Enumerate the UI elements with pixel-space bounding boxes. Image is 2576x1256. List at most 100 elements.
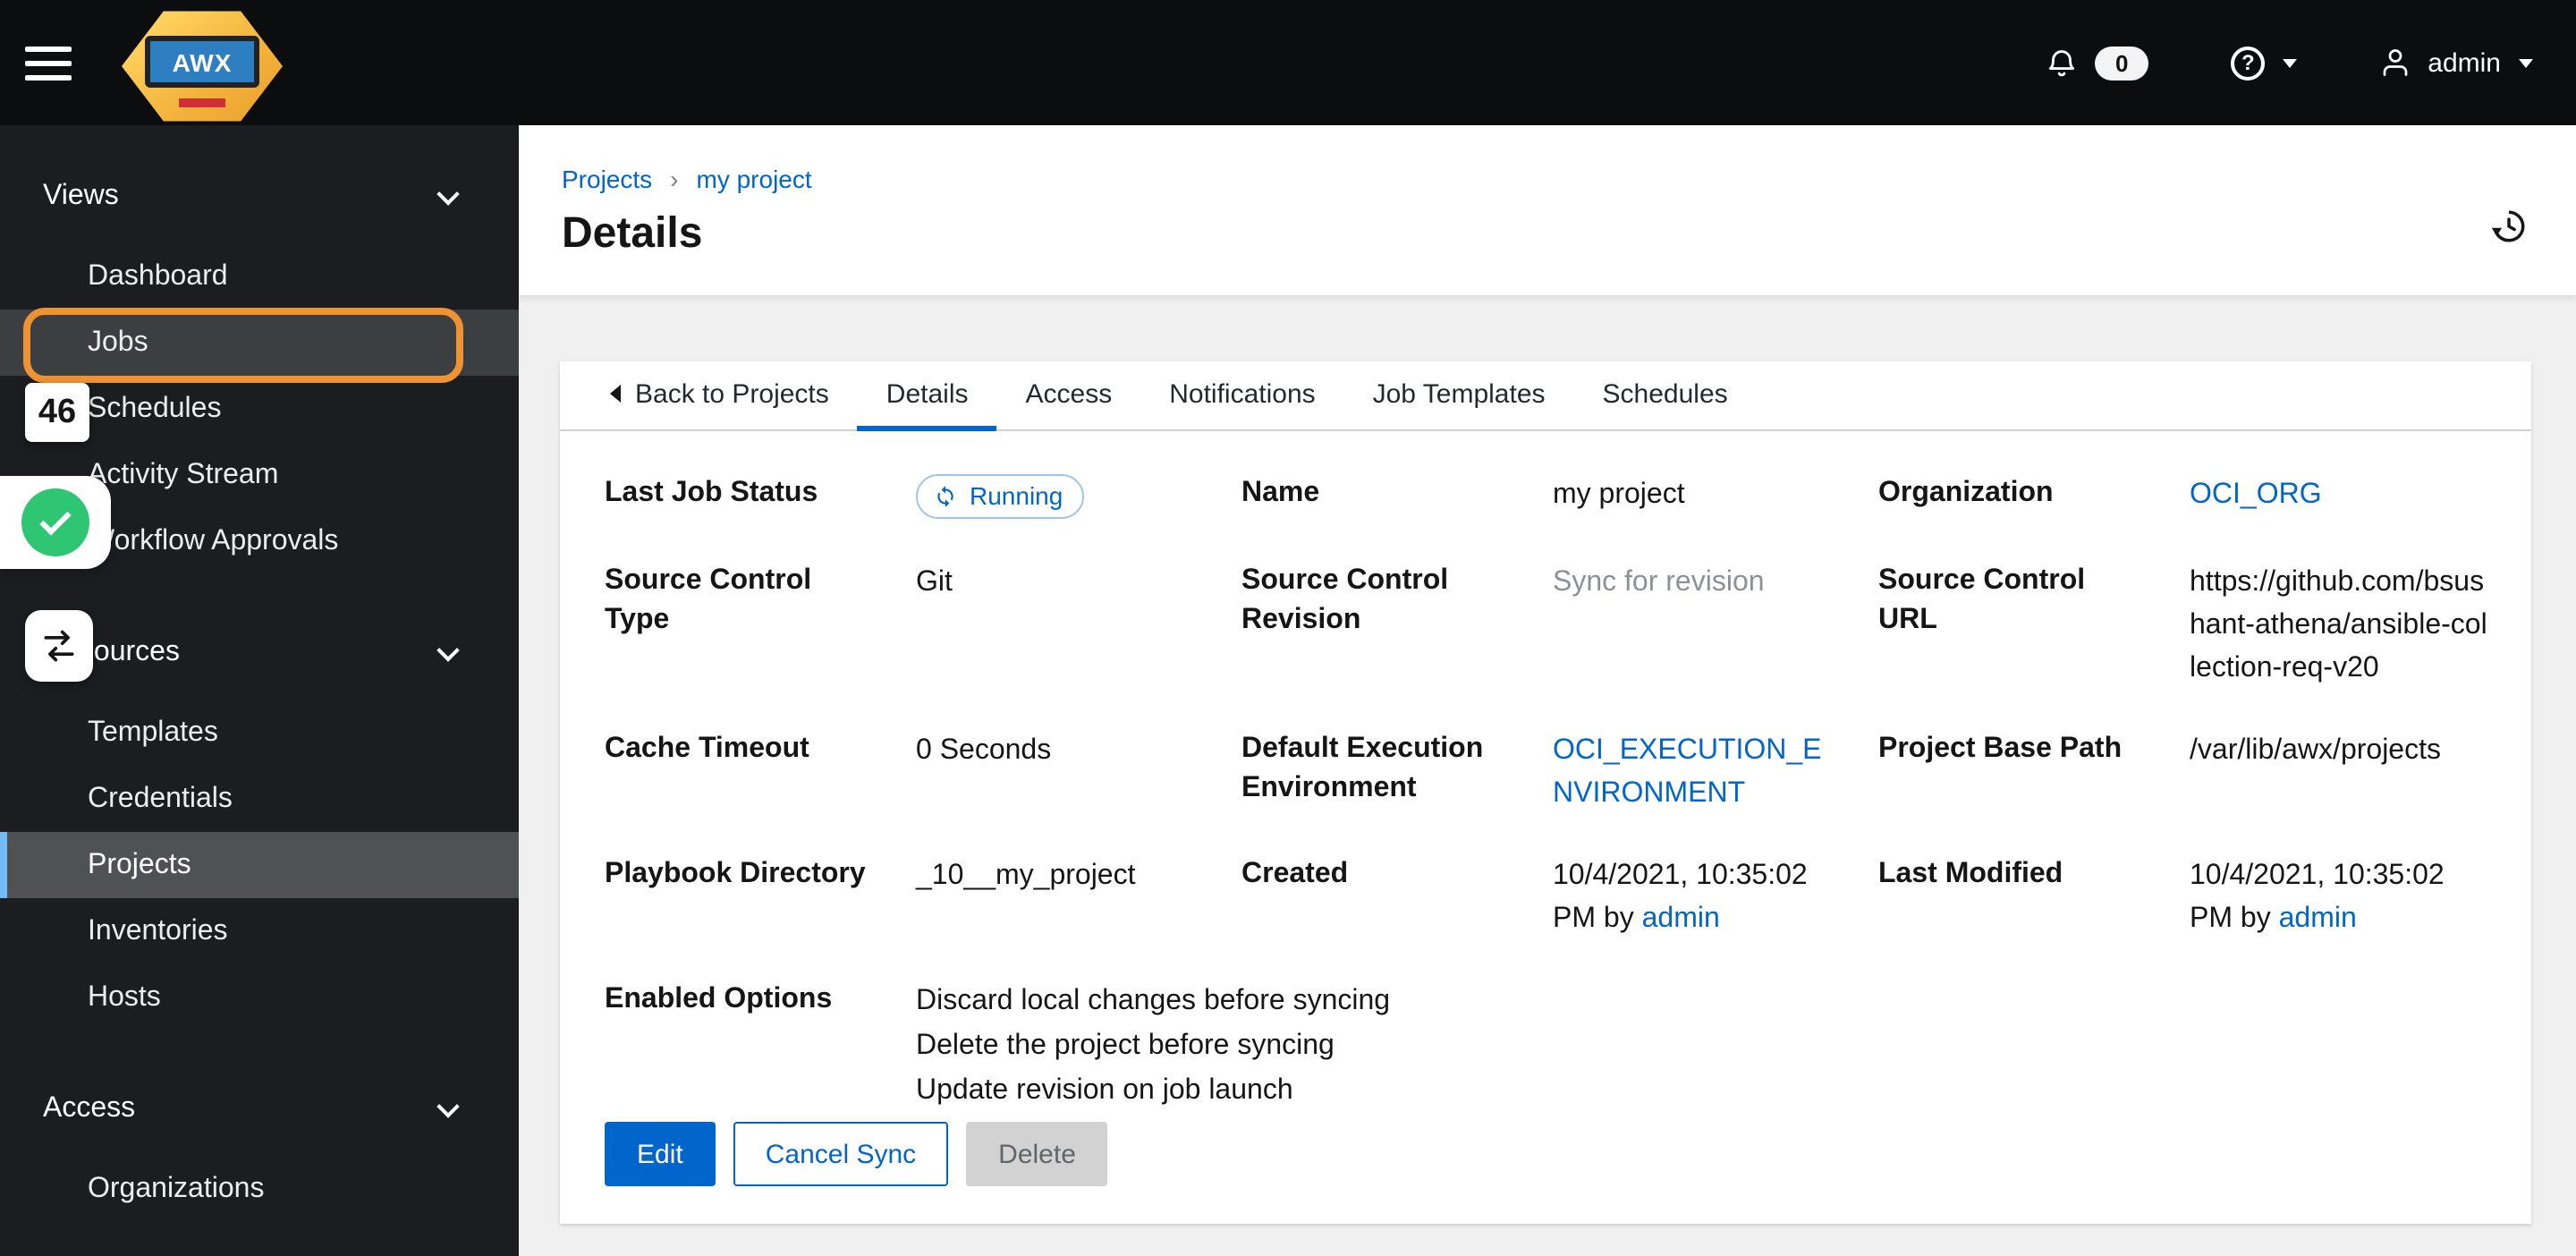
field-label-last-modified: Last Modified [1878, 859, 2063, 889]
field-value-source-control-type: Git [916, 567, 953, 598]
breadcrumb-projects-link[interactable]: Projects [562, 165, 652, 193]
tab-schedules[interactable]: Schedules [1574, 361, 1757, 431]
logo-stand [179, 98, 225, 107]
nav-item-label: Credentials [88, 783, 233, 813]
sidebar-item-templates[interactable]: Templates [0, 700, 519, 766]
field-label-source-control-url: Source Control URL [1878, 565, 2086, 635]
field-value-created: 10/4/2021, 10:35:02 PM by admin [1553, 855, 1839, 941]
details-list: Last Job Status Running Name my project … [560, 431, 2531, 1114]
chevron-down-icon [436, 182, 460, 205]
nav-section-label: Views [43, 181, 119, 211]
sidebar-item-credentials[interactable]: Credentials [0, 766, 519, 832]
field-label-source-control-type: Source Control Type [605, 565, 812, 635]
notification-count-badge: 0 [2095, 46, 2149, 80]
tab-details[interactable]: Details [857, 361, 997, 431]
tab-label: Access [1025, 378, 1113, 409]
tab-label: Notifications [1169, 378, 1316, 409]
nav-list-resources: Templates Credentials Projects Inventori… [0, 700, 519, 1031]
breadcrumb-separator: › [670, 165, 679, 193]
breadcrumb: Projects › my project [562, 165, 2533, 193]
field-label-project-base-path: Project Base Path [1878, 734, 2123, 764]
checkmark-icon [39, 503, 72, 535]
nav-item-label: Templates [88, 717, 218, 747]
username-label: admin [2428, 47, 2501, 78]
field-label-created: Created [1241, 859, 1349, 889]
field-value-default-execution-environment: OCI_EXECUTION_ENVIRONMENT [1553, 730, 1839, 816]
tab-notifications[interactable]: Notifications [1140, 361, 1343, 431]
sidebar-item-inventories[interactable]: Inventories [0, 898, 519, 964]
annotation-swap-panel [25, 610, 93, 682]
field-label-organization: Organization [1878, 478, 2054, 508]
field-value-enabled-options: Discard local changes before syncing Del… [916, 980, 2488, 1114]
nav-item-label: Organizations [88, 1173, 265, 1203]
edit-button[interactable]: Edit [605, 1122, 716, 1186]
enabled-option: Update revision on job launch [916, 1074, 1293, 1106]
history-icon[interactable] [2490, 208, 2528, 245]
annotation-highlight-jobs [23, 308, 463, 383]
field-value-source-control-revision: Sync for revision [1553, 567, 1765, 598]
field-value-name: my project [1553, 479, 1685, 510]
nav-list-access: Organizations [0, 1156, 519, 1222]
tab-label: Schedules [1602, 378, 1728, 409]
nav-item-label: Hosts [88, 981, 161, 1012]
field-value-cache-timeout: 0 Seconds [916, 735, 1052, 766]
bell-icon [2045, 46, 2079, 80]
sidebar-item-organizations[interactable]: Organizations [0, 1156, 519, 1222]
created-by-admin-link[interactable]: admin [1642, 904, 1720, 934]
question-circle-icon: ? [2231, 46, 2266, 80]
nav-section-label: Access [43, 1093, 136, 1124]
tab-job-templates[interactable]: Job Templates [1344, 361, 1574, 431]
field-label-enabled-options: Enabled Options [605, 984, 833, 1014]
nav-item-label: Schedules [88, 393, 222, 423]
help-menu-button[interactable]: ? [2231, 46, 2298, 80]
field-label-source-control-revision: Source Control Revision [1241, 565, 1449, 635]
nav-toggle-icon[interactable] [25, 38, 72, 87]
tab-back-to-projects[interactable]: Back to Projects [581, 361, 858, 431]
caret-left-icon [610, 385, 621, 403]
annotation-success-panel [0, 476, 111, 569]
execution-environment-link[interactable]: OCI_EXECUTION_ENVIRONMENT [1553, 735, 1822, 809]
field-label-last-job-status: Last Job Status [605, 478, 818, 508]
awx-logo[interactable]: AWX [122, 9, 283, 123]
main-area: Projects › my project Details Back to Pr… [519, 125, 2576, 1256]
nav-item-label: Projects [88, 849, 191, 879]
notifications-button[interactable]: 0 [2045, 46, 2149, 80]
status-badge-running[interactable]: Running [916, 474, 1085, 519]
sync-icon [934, 485, 957, 508]
tab-label: Back to Projects [635, 378, 829, 409]
user-menu-button[interactable]: admin [2379, 47, 2533, 79]
breadcrumb-current-link[interactable]: my project [697, 165, 812, 193]
swap-arrows-icon [39, 626, 79, 666]
field-label-cache-timeout: Cache Timeout [605, 734, 809, 764]
tab-label: Details [886, 378, 969, 409]
field-value-organization: OCI_ORG [2190, 474, 2488, 522]
logo-monitor-icon: AWX [145, 36, 259, 88]
sidebar-nav: Views Dashboard Jobs Schedules Activity … [0, 125, 519, 1256]
masthead: AWX 0 ? admin [0, 0, 2576, 125]
tabs-bar: Back to Projects Details Access Notifica… [560, 361, 2531, 431]
modified-by-admin-link[interactable]: admin [2279, 904, 2357, 934]
cancel-sync-button[interactable]: Cancel Sync [733, 1122, 949, 1186]
tab-label: Job Templates [1372, 378, 1546, 409]
tab-access[interactable]: Access [997, 361, 1141, 431]
nav-section-views[interactable]: Views [0, 165, 519, 229]
caret-down-icon [2519, 58, 2533, 67]
nav-section-access[interactable]: Access [0, 1077, 519, 1141]
field-value-last-modified: 10/4/2021, 10:35:02 PM by admin [2190, 855, 2488, 941]
nav-item-label: Workflow Approvals [88, 525, 339, 556]
page-header: Projects › my project Details [519, 125, 2576, 295]
awx-app: AWX 0 ? admin Views Dashboard Jobs Sched… [0, 0, 2576, 1256]
organization-link[interactable]: OCI_ORG [2190, 479, 2322, 510]
logo-text: AWX [172, 47, 233, 76]
nav-item-label: Activity Stream [88, 459, 279, 489]
field-value-last-job-status: Running [916, 474, 1202, 522]
caret-down-icon [2283, 58, 2298, 67]
field-value-source-control-url: https://github.com/bsushant-athena/ansib… [2190, 567, 2487, 683]
details-card: Back to Projects Details Access Notifica… [560, 361, 2531, 1224]
annotation-step-number: 46 [25, 383, 89, 442]
content-area: Back to Projects Details Access Notifica… [519, 295, 2576, 1256]
sidebar-item-hosts[interactable]: Hosts [0, 964, 519, 1031]
sidebar-item-projects[interactable]: Projects [0, 832, 519, 898]
sidebar-item-dashboard[interactable]: Dashboard [0, 243, 519, 310]
field-label-default-execution-environment: Default Execution Environment [1241, 734, 1484, 803]
